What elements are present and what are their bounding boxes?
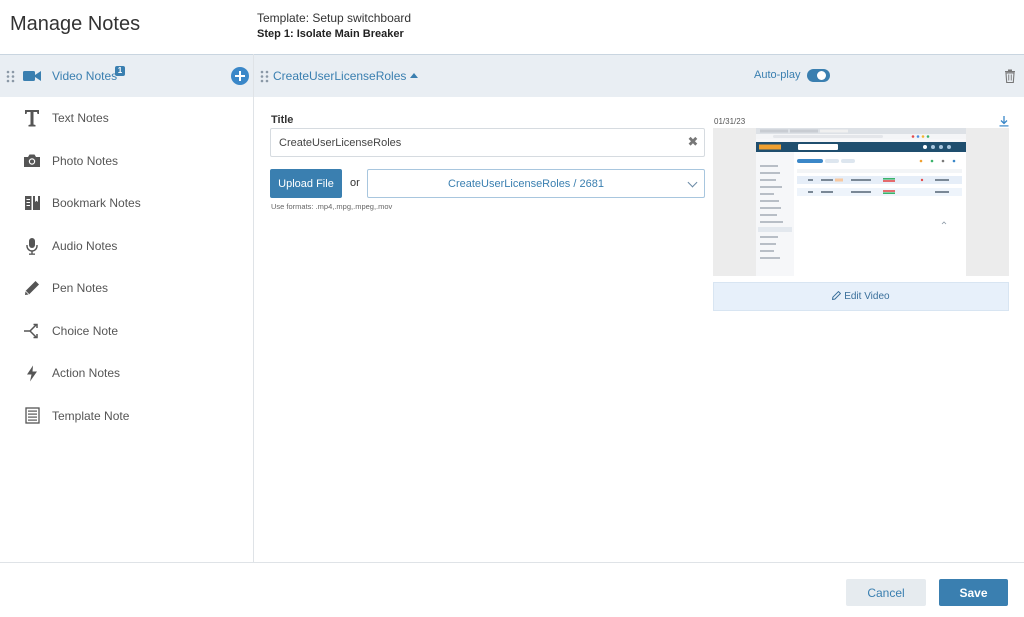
microphone-icon [22, 236, 42, 256]
toggle-knob [817, 71, 826, 80]
sidebar-item-text-notes[interactable]: Text Notes [0, 97, 253, 140]
formats-hint: Use formats: .mp4,.mpg,.mpeg,.mov [271, 202, 393, 211]
sidebar-item-template-note[interactable]: Template Note [0, 395, 253, 438]
footer: Cancel Save [0, 562, 1024, 617]
save-button[interactable]: Save [939, 579, 1008, 606]
pencil-icon [22, 278, 42, 298]
edit-video-label: Edit Video [844, 291, 890, 302]
step-title: Step 1: Isolate Main Breaker [257, 28, 404, 40]
sidebar-item-label: Template Note [52, 408, 130, 423]
count-badge: 1 [115, 66, 125, 76]
list-document-icon [22, 406, 42, 426]
sidebar-item-video-notes[interactable]: Video Notes 1 [0, 54, 253, 97]
video-date: 01/31/23 [714, 117, 746, 126]
video-select[interactable]: CreateUserLicenseRoles / 2681 [367, 169, 705, 198]
sidebar-item-action-notes[interactable]: Action Notes [0, 352, 253, 395]
or-separator: or [350, 177, 360, 189]
edit-video-button[interactable]: Edit Video [713, 282, 1009, 311]
video-select-value: CreateUserLicenseRoles / 2681 [448, 178, 604, 190]
drag-handle-icon[interactable] [260, 70, 270, 83]
bookmark-book-icon [22, 193, 42, 213]
sidebar-item-label: Action Notes [52, 366, 121, 381]
page-title: Manage Notes [10, 13, 141, 35]
note-title-toggle[interactable]: CreateUserLicenseRoles [273, 69, 419, 83]
template-name: Template: Setup switchboard [257, 11, 412, 25]
trash-icon[interactable] [1004, 69, 1016, 83]
sidebar-item-label: Text Notes [52, 111, 109, 126]
cancel-button[interactable]: Cancel [846, 579, 926, 606]
note-type-sidebar: Video Notes 1 Text Notes Photo Notes Boo… [0, 54, 254, 562]
sidebar-item-label: Bookmark Notes [52, 196, 141, 211]
video-camera-icon [22, 66, 42, 86]
caret-up-icon [410, 73, 419, 78]
sidebar-item-photo-notes[interactable]: Photo Notes [0, 140, 253, 183]
text-t-icon [22, 108, 42, 128]
sidebar-item-audio-notes[interactable]: Audio Notes [0, 225, 253, 268]
title-input[interactable] [270, 128, 705, 157]
sidebar-item-pen-notes[interactable]: Pen Notes [0, 267, 253, 310]
download-icon[interactable] [998, 115, 1010, 127]
header: Manage Notes Template: Setup switchboard… [0, 0, 1024, 54]
autoplay-label: Auto-play [754, 69, 801, 81]
pencil-icon [832, 290, 842, 302]
branch-arrows-icon [22, 321, 42, 341]
title-label: Title [271, 114, 294, 126]
add-note-button[interactable] [231, 67, 249, 85]
drag-handle-icon[interactable] [6, 70, 16, 83]
sidebar-item-bookmark-notes[interactable]: Bookmark Notes [0, 182, 253, 225]
autoplay-toggle[interactable] [807, 69, 830, 82]
video-preview-image [713, 128, 1009, 276]
sidebar-item-label: Video Notes [52, 69, 118, 83]
sidebar-item-choice-note[interactable]: Choice Note [0, 310, 253, 353]
camera-icon [22, 151, 42, 171]
lightning-bolt-icon [22, 363, 42, 383]
sidebar-item-label: Audio Notes [52, 238, 118, 253]
sidebar-item-label: Photo Notes [52, 153, 119, 168]
upload-file-button[interactable]: Upload File [270, 169, 342, 198]
clear-icon[interactable]: ✖ [686, 135, 700, 149]
video-thumbnail[interactable] [713, 128, 1009, 276]
note-title-text: CreateUserLicenseRoles [273, 69, 407, 83]
sidebar-item-label: Pen Notes [52, 281, 109, 296]
note-toolbar: CreateUserLicenseRoles Auto-play [254, 54, 1024, 97]
sidebar-item-label: Choice Note [52, 323, 119, 338]
chevron-down-icon [687, 177, 698, 188]
